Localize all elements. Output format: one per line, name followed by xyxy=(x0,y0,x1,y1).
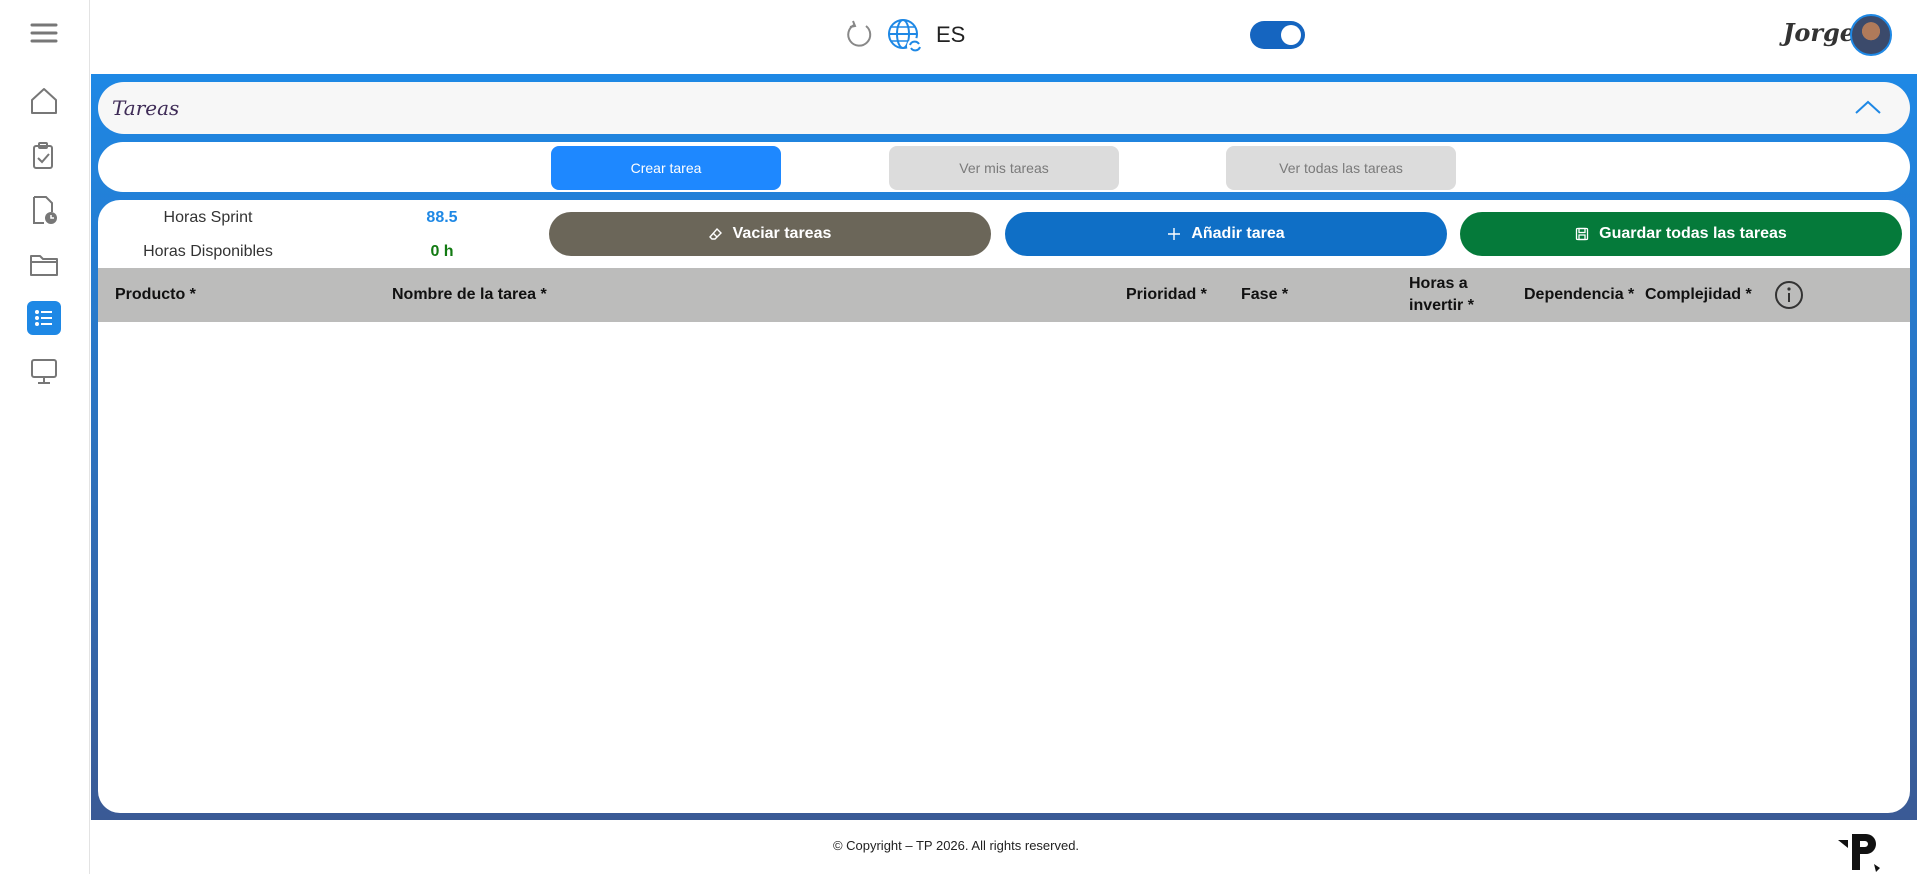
col-product: Producto * xyxy=(115,286,196,303)
globe-language-icon[interactable] xyxy=(886,17,924,55)
clear-tasks-button[interactable]: Vaciar tareas xyxy=(549,212,991,256)
add-task-label: Añadir tarea xyxy=(1191,225,1285,242)
col-phase: Fase * xyxy=(1241,286,1289,303)
col-hours-line2: invertir * xyxy=(1409,297,1474,314)
tabs-bar: Crear tarea Ver mis tareas Ver todas las… xyxy=(98,142,1910,192)
sidebar xyxy=(0,0,90,874)
monitor-icon[interactable] xyxy=(27,354,61,388)
col-task-name: Nombre de la tarea * xyxy=(392,286,547,303)
col-hours-line1: Horas a xyxy=(1409,275,1468,292)
username: Jorge xyxy=(1783,18,1856,47)
tab-create-task[interactable]: Crear tarea xyxy=(551,146,781,190)
col-complexity: Complejidad * xyxy=(1645,286,1752,303)
add-task-button[interactable]: Añadir tarea xyxy=(1005,212,1447,256)
tp-logo-icon xyxy=(1838,834,1880,872)
clipboard-check-icon[interactable] xyxy=(27,139,61,173)
available-hours-value: 0 h xyxy=(430,243,454,260)
sprint-hours-value: 88.5 xyxy=(426,209,458,226)
toggle-knob xyxy=(1281,25,1301,45)
col-priority: Prioridad * xyxy=(1126,286,1207,303)
sprint-hours-label: Horas Sprint xyxy=(163,209,253,226)
menu-icon[interactable] xyxy=(27,16,61,50)
section-header: Tareas xyxy=(98,82,1910,134)
save-icon xyxy=(1576,227,1589,241)
top-bar: ES Jorge xyxy=(91,0,1917,74)
home-icon[interactable] xyxy=(27,84,61,118)
plus-icon xyxy=(1168,228,1181,240)
info-icon[interactable] xyxy=(1774,280,1804,310)
page-title: Tareas xyxy=(112,96,180,120)
table-header: Producto * Nombre de la tarea * Priorida… xyxy=(98,268,1910,322)
tab-all-tasks[interactable]: Ver todas las tareas xyxy=(1226,146,1456,190)
avatar[interactable] xyxy=(1850,14,1892,56)
language-label[interactable]: ES xyxy=(936,22,965,48)
footer: © Copyright – TP 2026. All rights reserv… xyxy=(91,820,1917,874)
folder-icon[interactable] xyxy=(27,247,61,281)
task-editor: Horas Sprint 88.5 Horas Disponibles 0 h … xyxy=(98,200,1910,813)
refresh-icon[interactable] xyxy=(844,20,874,50)
save-all-tasks-button[interactable]: Guardar todas las tareas xyxy=(1460,212,1902,256)
copyright-text: © Copyright – TP 2026. All rights reserv… xyxy=(832,838,1080,853)
tab-my-tasks[interactable]: Ver mis tareas xyxy=(889,146,1119,190)
list-icon[interactable] xyxy=(27,301,61,335)
theme-toggle[interactable] xyxy=(1250,21,1305,49)
document-clock-icon[interactable] xyxy=(27,193,61,227)
available-hours-label: Horas Disponibles xyxy=(143,243,273,260)
eraser-icon xyxy=(708,227,722,240)
col-dependency: Dependencia * xyxy=(1524,286,1635,303)
save-all-tasks-label: Guardar todas las tareas xyxy=(1599,225,1787,242)
chevron-up-icon[interactable] xyxy=(1854,96,1882,120)
clear-tasks-label: Vaciar tareas xyxy=(732,225,832,242)
